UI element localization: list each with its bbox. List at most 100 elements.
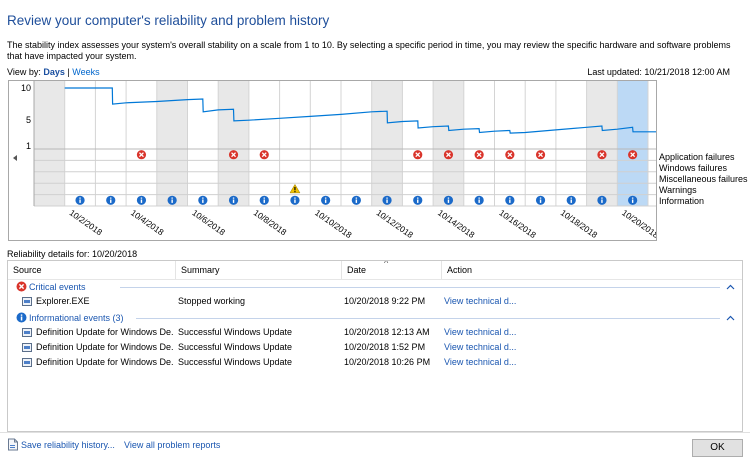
update-icon bbox=[22, 343, 32, 352]
information-event-icon[interactable] bbox=[597, 195, 607, 205]
legend-information: Information bbox=[659, 196, 705, 206]
information-event-icon[interactable] bbox=[228, 195, 239, 205]
view-technical-details-link[interactable]: View technical d... bbox=[444, 340, 544, 354]
information-event-icon[interactable] bbox=[136, 195, 147, 205]
info-icon-dot bbox=[417, 197, 419, 199]
info-icon-bar bbox=[171, 199, 173, 203]
info-icon-bar bbox=[601, 199, 603, 203]
view-by-label: View by: bbox=[7, 67, 41, 77]
information-event-icon[interactable] bbox=[290, 195, 300, 205]
weekend-shading bbox=[371, 81, 403, 206]
group-critical-title: Critical events bbox=[29, 282, 86, 292]
group-divider bbox=[136, 318, 720, 319]
legend-windows-failures: Windows failures bbox=[659, 163, 728, 173]
view-by-days-link[interactable]: Days bbox=[43, 67, 65, 77]
information-event-icon[interactable] bbox=[259, 195, 269, 205]
information-event-icon[interactable] bbox=[75, 195, 85, 205]
application-failure-icon[interactable] bbox=[474, 150, 484, 160]
group-divider bbox=[120, 287, 720, 288]
ok-button[interactable]: OK bbox=[692, 439, 743, 457]
application-failure-icon[interactable] bbox=[597, 150, 607, 160]
scroll-left-icon[interactable] bbox=[13, 155, 17, 161]
x-date-label: 10/4/2018 bbox=[129, 207, 166, 237]
info-icon-bar bbox=[631, 199, 634, 203]
info-icon-dot bbox=[447, 197, 450, 199]
update-icon bbox=[22, 328, 32, 337]
information-event-icon[interactable] bbox=[351, 195, 361, 205]
row-source: Definition Update for Windows De... bbox=[36, 327, 174, 337]
info-icon-bar bbox=[324, 199, 327, 203]
row-source: Explorer.EXE bbox=[36, 296, 90, 306]
info-icon-dot bbox=[509, 197, 511, 199]
info-icon-dot bbox=[386, 197, 388, 199]
reliability-details-table: Source Summary Date ^ Action Critical ev… bbox=[7, 260, 743, 432]
group-critical-events[interactable]: Critical events bbox=[8, 280, 742, 294]
information-event-icon[interactable] bbox=[321, 195, 331, 205]
information-event-icon[interactable] bbox=[382, 195, 392, 205]
warning-icon-bar bbox=[294, 186, 296, 191]
information-event-icon[interactable] bbox=[413, 195, 423, 205]
information-event-icon[interactable] bbox=[167, 195, 177, 205]
information-event-icon[interactable] bbox=[628, 195, 638, 205]
application-failure-icon[interactable] bbox=[505, 150, 515, 160]
page-description: The stability index assesses your system… bbox=[7, 40, 731, 61]
information-event-icon[interactable] bbox=[474, 195, 484, 205]
view-technical-details-link[interactable]: View technical d... bbox=[444, 325, 544, 339]
legend-application-failures: Application failures bbox=[659, 152, 735, 162]
info-icon-dot bbox=[601, 197, 603, 199]
weekend-shading bbox=[433, 81, 464, 206]
column-header-action[interactable]: Action bbox=[442, 261, 742, 279]
footer-divider bbox=[0, 432, 750, 433]
chevron-up-icon[interactable] bbox=[726, 283, 735, 292]
last-updated-text: Last updated: 10/21/2018 12:00 AM bbox=[587, 67, 730, 77]
x-date-label: 10/16/2018 bbox=[497, 207, 538, 240]
weekend-shading bbox=[34, 81, 65, 206]
warning-icon[interactable] bbox=[289, 183, 301, 194]
table-row[interactable]: Definition Update for Windows De... Succ… bbox=[8, 355, 742, 369]
column-header-source[interactable]: Source bbox=[8, 261, 176, 279]
reliability-chart-svg[interactable]: 10 5 1 10/2/2018 10/4/2018 10/6/2018 10/8/2018… bbox=[9, 81, 656, 240]
application-failure-icon[interactable] bbox=[628, 150, 638, 160]
information-event-icon[interactable] bbox=[535, 195, 546, 205]
information-event-icon[interactable] bbox=[198, 195, 208, 205]
reliability-details-label: Reliability details for: 10/20/2018 bbox=[7, 249, 138, 259]
application-failure-icon[interactable] bbox=[443, 150, 454, 160]
application-failure-icon[interactable] bbox=[136, 150, 147, 160]
selected-day-highlight[interactable] bbox=[617, 81, 648, 206]
application-failure-icon[interactable] bbox=[259, 150, 269, 160]
row-summary: Stopped working bbox=[178, 296, 246, 306]
information-event-icon[interactable] bbox=[443, 195, 454, 205]
application-failure-icon[interactable] bbox=[535, 150, 546, 160]
view-technical-details-link[interactable]: View technical d... bbox=[444, 294, 544, 308]
group-informational-events[interactable]: Informational events (3) bbox=[8, 311, 742, 325]
info-icon-bar bbox=[478, 199, 480, 203]
information-event-icon[interactable] bbox=[505, 195, 515, 205]
chart-legend: Application failures Windows failures Mi… bbox=[659, 152, 748, 207]
weekend-shading bbox=[586, 81, 618, 206]
view-technical-details-link[interactable]: View technical d... bbox=[444, 355, 544, 369]
column-header-summary[interactable]: Summary bbox=[176, 261, 342, 279]
column-header-date[interactable]: Date bbox=[342, 261, 442, 279]
view-by-weeks-link[interactable]: Weeks bbox=[72, 67, 99, 77]
info-icon-dot bbox=[631, 197, 634, 199]
table-row[interactable]: Explorer.EXE Stopped working 10/20/2018 … bbox=[8, 294, 742, 308]
info-icon-dot bbox=[79, 197, 81, 199]
information-event-icon[interactable] bbox=[566, 195, 576, 205]
chevron-up-icon[interactable] bbox=[726, 314, 735, 323]
info-icon-dot bbox=[294, 197, 296, 199]
table-row[interactable]: Definition Update for Windows De... Succ… bbox=[8, 325, 742, 339]
info-icon-bar bbox=[140, 199, 143, 203]
view-all-problem-reports-link[interactable]: View all problem reports bbox=[124, 440, 220, 450]
application-failure-icon[interactable] bbox=[228, 150, 239, 160]
row-date: 10/20/2018 9:22 PM bbox=[344, 296, 426, 306]
information-event-icon[interactable] bbox=[106, 195, 116, 205]
page-title: Review your computer's reliability and p… bbox=[7, 13, 330, 28]
view-by-selector: View by: Days | Weeks bbox=[7, 67, 100, 77]
info-icon-dot bbox=[140, 197, 143, 199]
save-reliability-history-link[interactable]: Save reliability history... bbox=[21, 440, 115, 450]
application-failure-icon[interactable] bbox=[413, 150, 423, 160]
reliability-chart[interactable]: 10 5 1 10/2/2018 10/4/2018 10/6/2018 10/8/2018… bbox=[8, 80, 657, 241]
info-icon-dot bbox=[324, 197, 327, 199]
y-tick-label: 10 bbox=[21, 83, 31, 93]
table-row[interactable]: Definition Update for Windows De... Succ… bbox=[8, 340, 742, 354]
